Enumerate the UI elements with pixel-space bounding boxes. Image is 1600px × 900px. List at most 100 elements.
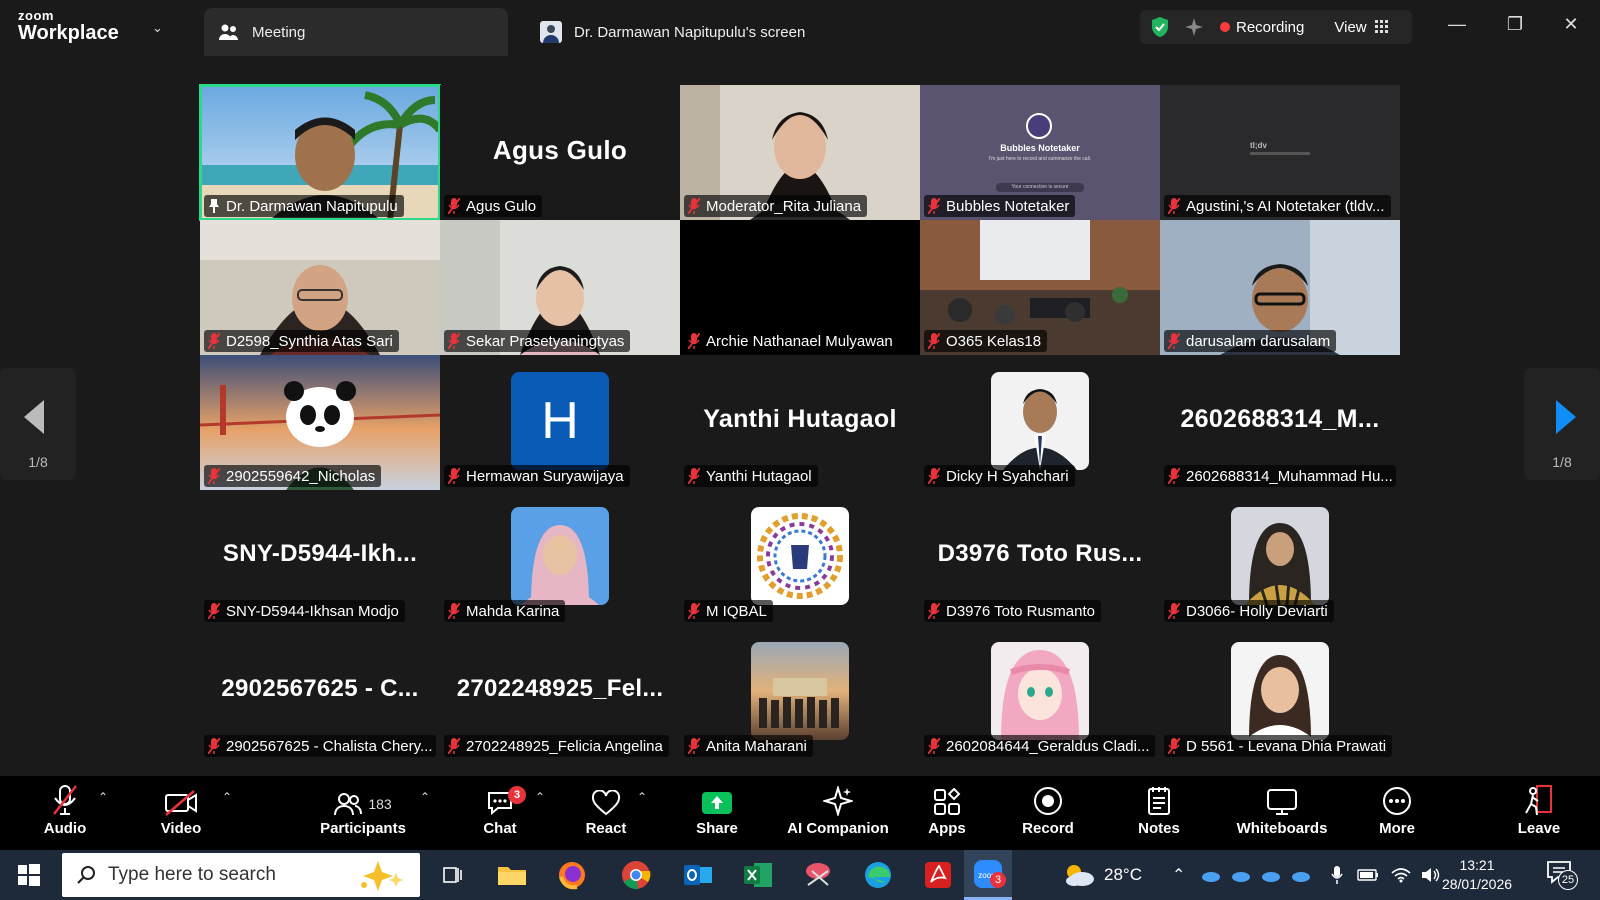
acrobat-icon[interactable] <box>922 859 954 891</box>
snipping-tool-icon[interactable] <box>802 859 834 891</box>
video-tile[interactable]: D3066- Holly Deviarti <box>1160 490 1400 625</box>
record-button[interactable]: Record <box>1012 776 1084 850</box>
clock-date: 28/01/2026 <box>1441 876 1513 892</box>
edge-icon[interactable] <box>862 859 894 891</box>
tab-meeting[interactable]: Meeting <box>204 8 508 56</box>
participant-display-name: Agus Gulo <box>492 135 628 165</box>
notes-button[interactable]: Notes <box>1128 776 1190 850</box>
video-tile[interactable]: Yanthi Hutagaol Yanthi Hutagaol <box>680 355 920 490</box>
participant-name: Bubbles Notetaker <box>946 197 1070 215</box>
zoom-logo[interactable]: zoom Workplace <box>18 9 119 43</box>
search-placeholder: Type here to search <box>108 864 276 885</box>
apps-button[interactable]: Apps <box>918 776 976 850</box>
prev-page-button[interactable]: 1/8 <box>0 368 76 480</box>
participant-name: 2902567625 - Chalista Chery... <box>226 737 433 755</box>
video-tile[interactable]: H Hermawan Suryawijaya <box>440 355 680 490</box>
share-button[interactable]: Share <box>688 776 746 850</box>
chrome-icon[interactable] <box>620 859 652 891</box>
weather-widget[interactable]: 28°C <box>1062 850 1142 900</box>
video-tile[interactable]: M IQBAL <box>680 490 920 625</box>
volume-icon[interactable] <box>1421 867 1441 883</box>
leave-button[interactable]: Leave <box>1508 776 1570 850</box>
brand-top: zoom <box>18 8 54 23</box>
more-button[interactable]: More <box>1366 776 1428 850</box>
taskbar-search[interactable]: Type here to search <box>62 853 420 897</box>
video-tile[interactable]: Bubbles Notetaker I'm just here to recor… <box>920 85 1160 220</box>
whiteboard-icon <box>1232 776 1332 820</box>
participant-name-tag: D 5561 - Levana Dhia Prawati <box>1164 735 1393 757</box>
sparkle-icon[interactable] <box>1184 17 1204 37</box>
participants-icon <box>334 793 363 816</box>
clock[interactable]: 13:21 28/01/2026 <box>1440 856 1514 894</box>
participant-name-tag: D3976 Toto Rusmanto <box>924 600 1101 622</box>
video-tile[interactable]: Sekar Prasetyaningtyas <box>440 220 680 355</box>
video-tile[interactable]: D 5561 - Levana Dhia Prawati <box>1160 625 1400 760</box>
excel-icon[interactable] <box>742 859 774 891</box>
video-tile[interactable]: 2702248925_Fel... 2702248925_Felicia Ang… <box>440 625 680 760</box>
video-button[interactable]: Video <box>150 776 212 850</box>
notification-center-button[interactable]: 25 <box>1546 860 1580 892</box>
react-button[interactable]: React <box>574 776 638 850</box>
view-button[interactable]: View <box>1334 19 1388 36</box>
notes-label: Notes <box>1138 820 1180 837</box>
audio-button[interactable]: Audio <box>34 776 96 850</box>
profile-photo <box>511 507 609 605</box>
mic-muted-icon <box>688 738 700 754</box>
video-tile[interactable]: D2598_Synthia Atas Sari <box>200 220 440 355</box>
ai-companion-button[interactable]: AI Companion <box>782 776 894 850</box>
file-explorer-icon[interactable] <box>496 859 528 891</box>
tab-shared-screen[interactable]: Dr. Darmawan Napitupulu's screen <box>540 8 805 56</box>
chat-options-caret-icon[interactable]: ⌃ <box>535 790 545 804</box>
react-options-caret-icon[interactable]: ⌃ <box>637 790 647 804</box>
video-options-caret-icon[interactable]: ⌃ <box>222 790 232 804</box>
participant-name-tag: Mahda Karina <box>444 600 566 622</box>
video-tile[interactable]: SNY-D5944-Ikh... SNY-D5944-Ikhsan Modjo <box>200 490 440 625</box>
recording-indicator[interactable]: Recording <box>1220 19 1304 36</box>
pin-icon <box>208 199 220 213</box>
video-tile[interactable]: Archie Nathanael Mulyawan <box>680 220 920 355</box>
microphone-tray-icon[interactable] <box>1331 865 1344 885</box>
video-tile[interactable]: Agus Gulo Agus Gulo <box>440 85 680 220</box>
participant-display-name: 2702248925_Fel... <box>456 675 664 702</box>
video-tile[interactable]: 2602084644_Geraldus Cladi... <box>920 625 1160 760</box>
video-tile[interactable]: 2602688314_M... 2602688314_Muhammad Hu..… <box>1160 355 1400 490</box>
video-tile[interactable]: 2902567625 - C... 2902567625 - Chalista … <box>200 625 440 760</box>
participant-name: SNY-D5944-Ikhsan Modjo <box>226 602 399 620</box>
profile-photo <box>991 642 1089 740</box>
participants-button[interactable]: 183 Participants <box>310 776 416 850</box>
shield-icon[interactable] <box>1150 16 1170 38</box>
firefox-icon[interactable] <box>556 859 588 891</box>
video-tile[interactable]: 2902559642_Nicholas <box>200 355 440 490</box>
outlook-icon[interactable] <box>682 859 714 891</box>
participant-name-tag: Hermawan Suryawijaya <box>444 465 630 487</box>
close-icon[interactable]: ✕ <box>1556 14 1586 35</box>
task-view-icon[interactable] <box>436 859 468 891</box>
participant-name: O365 Kelas18 <box>946 332 1042 350</box>
video-tile[interactable]: Moderator_Rita Juliana <box>680 85 920 220</box>
video-tile[interactable]: D3976 Toto Rus... D3976 Toto Rusmanto <box>920 490 1160 625</box>
participant-name-tag: D3066- Holly Deviarti <box>1164 600 1334 622</box>
whiteboards-button[interactable]: Whiteboards <box>1232 776 1332 850</box>
video-tile[interactable]: Mahda Karina <box>440 490 680 625</box>
minimize-icon[interactable]: — <box>1442 14 1472 35</box>
battery-icon[interactable] <box>1357 869 1379 881</box>
video-tile[interactable]: Dr. Darmawan Napitupulu <box>199 84 441 221</box>
video-tile[interactable]: Anita Maharani <box>680 625 920 760</box>
participants-options-caret-icon[interactable]: ⌃ <box>420 790 430 804</box>
wifi-icon[interactable] <box>1391 867 1411 883</box>
video-tile[interactable]: Dicky H Syahchari <box>920 355 1160 490</box>
chevron-up-icon[interactable]: ⌃ <box>1172 865 1185 885</box>
windows-start-icon[interactable] <box>18 864 40 891</box>
video-tile[interactable]: tl;dv Agustini,'s AI Notetaker (tldv... <box>1160 85 1400 220</box>
video-tile[interactable]: darusalam darusalam <box>1160 220 1400 355</box>
audio-options-caret-icon[interactable]: ⌃ <box>98 790 108 804</box>
onedrive-cloud-icons[interactable] <box>1201 865 1321 885</box>
zoom-taskbar-button[interactable]: zoom 3 <box>964 850 1012 900</box>
video-tile[interactable]: O365 Kelas18 <box>920 220 1160 355</box>
gallery-grid: Dr. Darmawan Napitupulu Agus Gulo Agus G… <box>199 84 1402 760</box>
restore-icon[interactable]: ❐ <box>1500 14 1530 35</box>
mic-muted-icon <box>928 468 940 484</box>
chevron-down-icon[interactable]: ⌄ <box>152 20 163 36</box>
mic-muted-icon <box>1168 738 1180 754</box>
next-page-button[interactable]: 1/8 <box>1524 368 1600 480</box>
